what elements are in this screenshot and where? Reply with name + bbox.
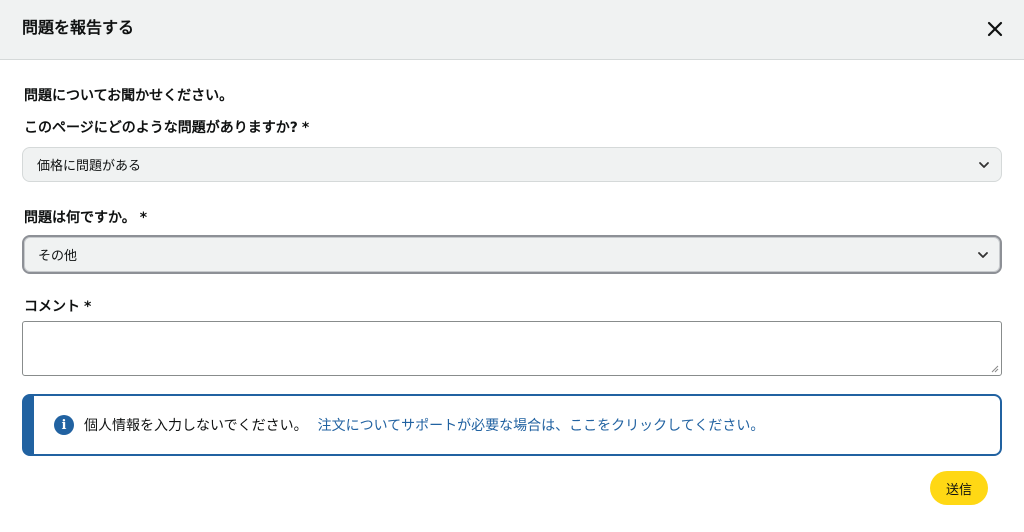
required-mark: * — [301, 120, 310, 136]
comment-label-text: コメント — [24, 299, 80, 315]
chevron-down-icon — [979, 161, 989, 168]
page-issue-label-text: このページにどのような問題がありますか? — [24, 120, 298, 136]
problem-label: 問題は何ですか。 * — [24, 208, 147, 228]
info-icon: i — [54, 415, 74, 435]
comment-label: コメント * — [24, 297, 91, 317]
problem-select[interactable]: その他 — [22, 235, 1002, 274]
dialog-title: 問題を報告する — [22, 18, 135, 37]
page-issue-selected-value: 価格に問題がある — [37, 159, 142, 174]
comment-textarea[interactable] — [22, 321, 1002, 376]
chevron-down-icon — [978, 251, 988, 258]
close-icon — [987, 21, 1003, 37]
resize-grip-icon[interactable] — [991, 365, 999, 373]
required-mark: * — [139, 210, 148, 226]
privacy-notice: i 個人情報を入力しないでください。 注文についてサポートが必要な場合は、ここを… — [22, 394, 1002, 456]
close-button[interactable] — [980, 14, 1010, 44]
dialog-header: 問題を報告する — [0, 0, 1024, 60]
page-issue-label: このページにどのような問題がありますか? * — [24, 118, 309, 138]
support-link[interactable]: 注文についてサポートが必要な場合は、ここをクリックしてください。 — [318, 415, 765, 435]
required-mark: * — [84, 299, 92, 315]
submit-button[interactable]: 送信 — [930, 471, 988, 505]
problem-selected-value: その他 — [38, 249, 78, 264]
notice-text: 個人情報を入力しないでください。 — [84, 418, 308, 434]
page-issue-select[interactable]: 価格に問題がある — [22, 147, 1002, 182]
form-intro: 問題についてお聞かせください。 — [24, 88, 234, 104]
problem-label-text: 問題は何ですか。 — [24, 210, 136, 226]
